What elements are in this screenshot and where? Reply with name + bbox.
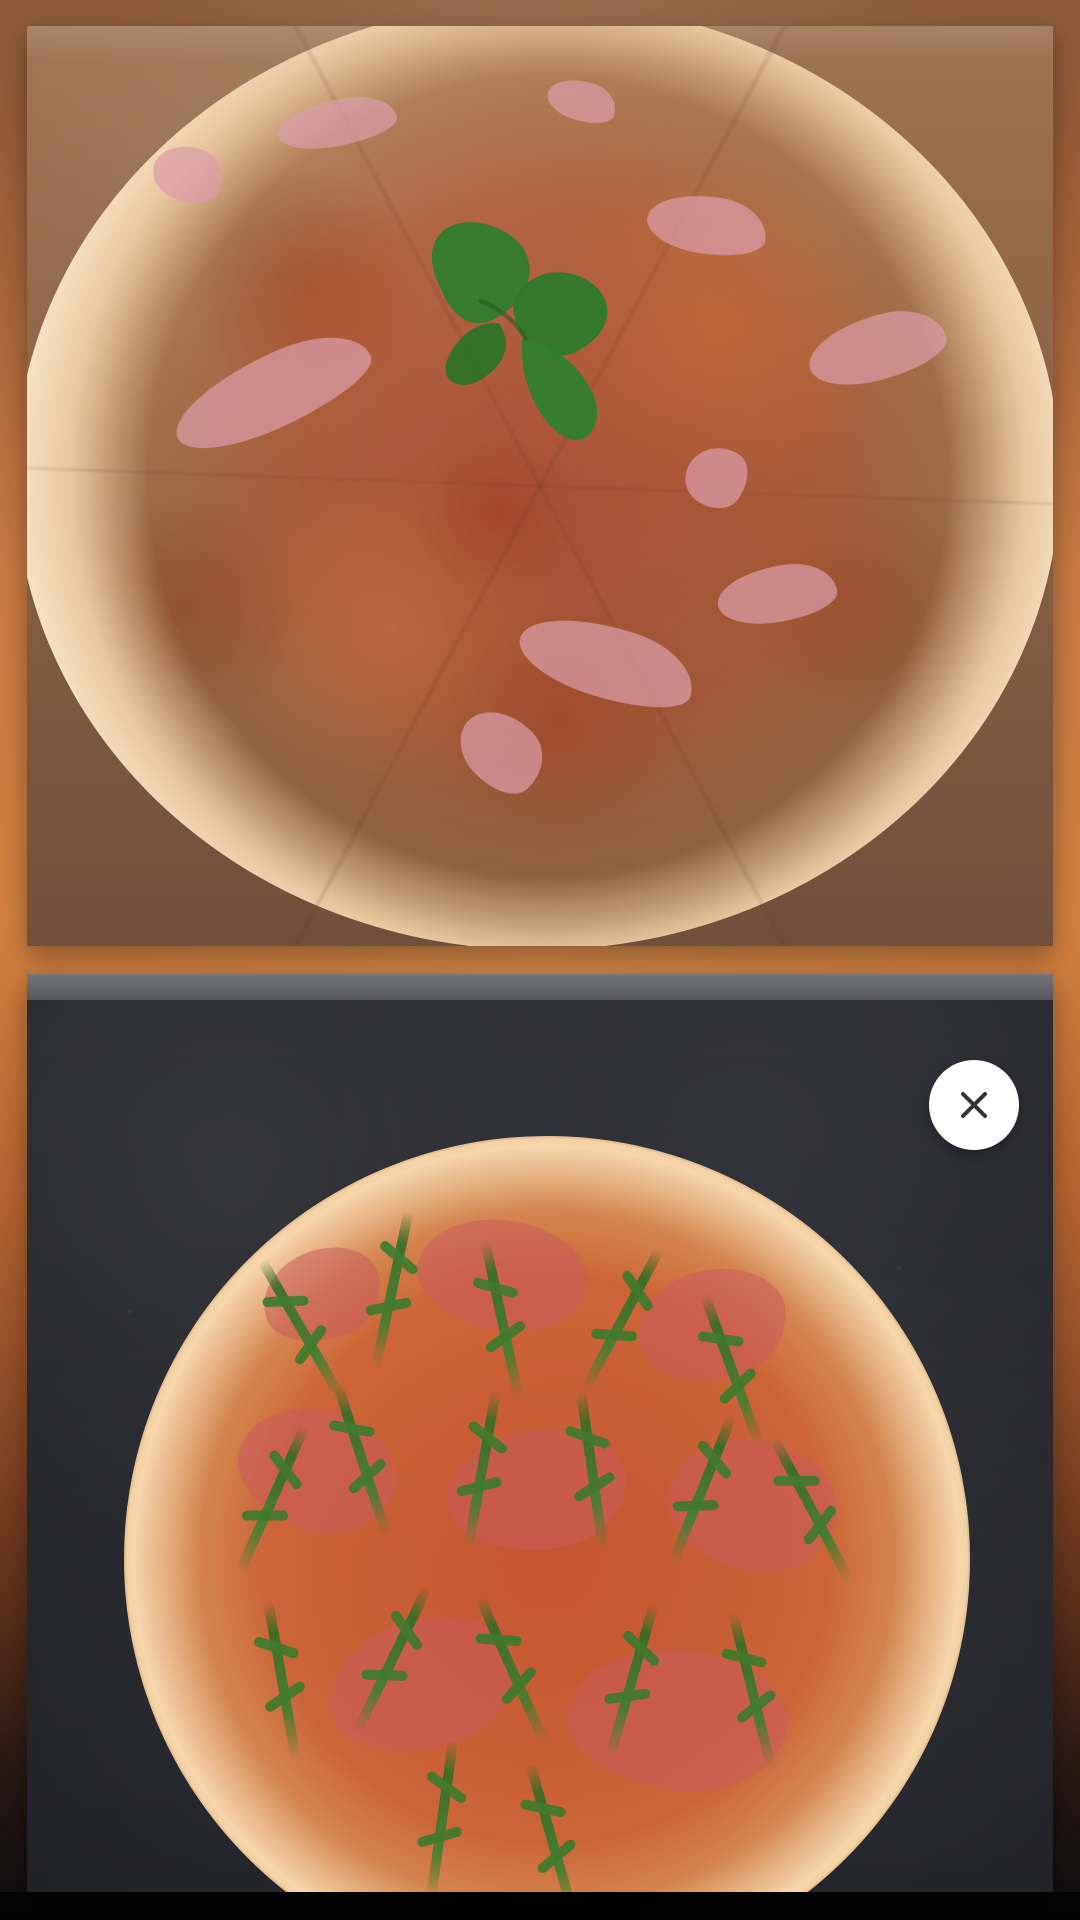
close-button[interactable] xyxy=(929,1060,1019,1150)
top-photo xyxy=(27,26,1053,946)
slate-background xyxy=(27,1000,1053,1892)
top-strip xyxy=(27,974,1053,1000)
bottom-nav-gap xyxy=(0,1892,1080,1920)
basil-leaves-icon xyxy=(431,222,608,441)
close-icon xyxy=(960,1091,988,1119)
bottom-photo xyxy=(27,974,1053,1892)
